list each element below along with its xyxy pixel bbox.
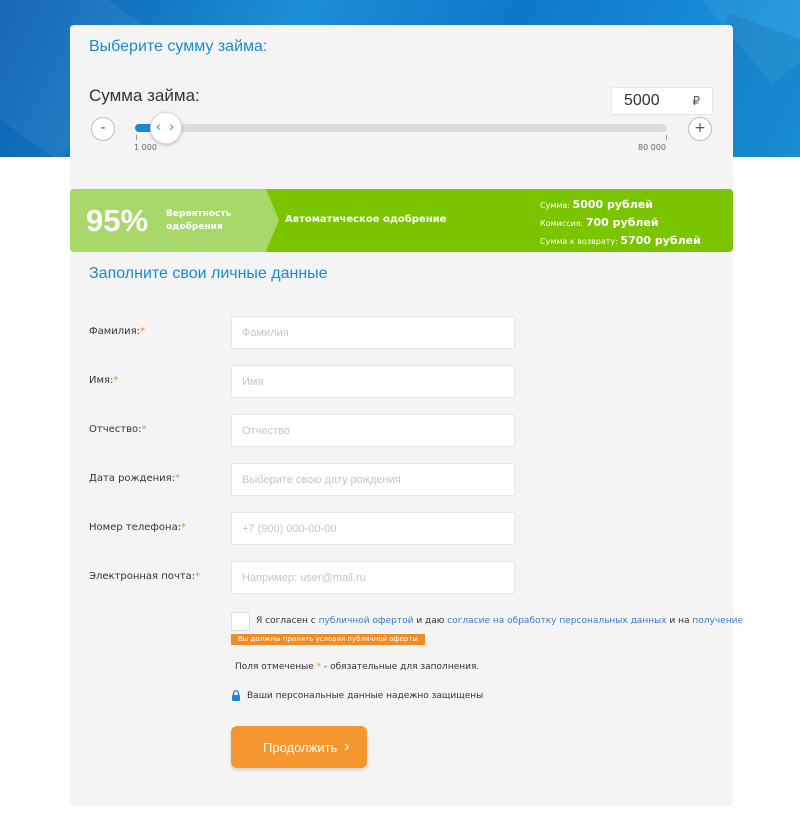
consent-checkbox[interactable] — [231, 612, 250, 631]
continue-label: Продолжить — [263, 739, 338, 755]
decrease-amount-button[interactable]: - — [91, 117, 115, 141]
amount-value: 5000 — [624, 92, 660, 109]
continue-button[interactable]: Продолжить › — [231, 726, 367, 768]
amount-slider-track[interactable] — [135, 124, 667, 132]
approval-percent: 95% — [86, 203, 149, 238]
phone-label: Номер телефона:* — [89, 522, 187, 533]
increase-amount-button[interactable]: + — [688, 117, 712, 141]
security-note: Ваши персональные данные надежно защищен… — [247, 691, 484, 701]
sum-value: 5000 рублей — [572, 198, 653, 211]
slider-min-tick — [136, 135, 137, 140]
name-label: Имя:* — [89, 375, 119, 386]
commission-label: Комиссия: — [540, 219, 584, 228]
receive-link[interactable]: получение — [692, 616, 743, 626]
form-title: Заполните свои личные данные — [89, 265, 328, 282]
amount-input[interactable]: 5000 ₽ — [611, 87, 713, 115]
surname-field[interactable] — [231, 316, 515, 349]
phone-field[interactable] — [231, 512, 515, 545]
lock-icon — [232, 690, 240, 701]
patronymic-field[interactable] — [231, 414, 515, 447]
slider-min-label: 1 000 — [134, 143, 157, 152]
auto-approval-label: Автоматическое одобрение — [285, 214, 447, 225]
approval-banner: 95% Вероятность одобрения Автоматическое… — [70, 189, 733, 252]
chevron-right-icon: › — [344, 738, 350, 755]
consent-text: Я согласен с публичной офертой и даю сог… — [256, 616, 743, 626]
arrow-shape — [266, 189, 279, 251]
data-processing-link[interactable]: согласие на обработку персональных данны… — [447, 616, 666, 626]
birthdate-label: Дата рождения:* — [89, 473, 181, 484]
amount-slider-handle[interactable]: ‹ › — [150, 112, 182, 144]
commission-value: 700 рублей — [585, 216, 659, 229]
sum-label: Сумма: — [540, 201, 570, 210]
amount-label: Сумма займа: — [89, 86, 200, 105]
loan-summary: Сумма: 5000 рублей Комиссия: 700 рублей … — [540, 196, 701, 250]
probability-label: Вероятность одобрения — [166, 209, 232, 232]
email-label: Электронная почта:* — [89, 571, 201, 582]
slider-max-tick — [666, 135, 667, 140]
email-field[interactable] — [231, 561, 515, 594]
patronymic-label: Отчество:* — [89, 424, 147, 435]
birthdate-field[interactable] — [231, 463, 515, 496]
consent-warning: Вы должны принять условия публичной офер… — [231, 634, 425, 645]
ruble-icon: ₽ — [692, 94, 700, 108]
slider-max-label: 80 000 — [638, 143, 666, 152]
surname-label: Фамилия:* — [89, 326, 146, 337]
loan-title: Выберите сумму займа: — [89, 38, 268, 55]
return-value: 5700 рублей — [620, 234, 701, 247]
return-label: Сумма к возврату: — [540, 237, 618, 246]
name-field[interactable] — [231, 365, 515, 398]
required-note: Поля отмеченые * - обязательные для запо… — [235, 662, 480, 672]
public-offer-link[interactable]: публичной офертой — [319, 616, 414, 626]
